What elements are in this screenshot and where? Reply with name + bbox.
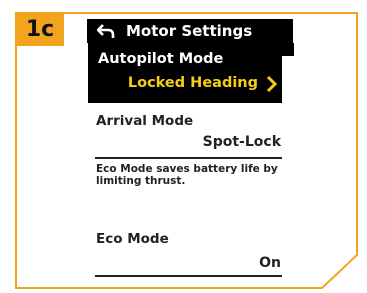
divider: [95, 157, 282, 159]
autopilot-mode-label: Autopilot Mode: [98, 51, 224, 67]
autopilot-mode-row[interactable]: Autopilot Mode Locked Heading: [88, 43, 282, 103]
arrival-mode-value[interactable]: Spot-Lock: [203, 134, 281, 150]
eco-mode-value[interactable]: On: [259, 255, 281, 271]
autopilot-mode-value: Locked Heading: [127, 75, 258, 91]
eco-mode-label[interactable]: Eco Mode: [96, 231, 169, 247]
back-arrow-icon[interactable]: [94, 23, 118, 39]
step-label: 1c: [16, 13, 64, 46]
selection-tab: [282, 43, 294, 56]
divider: [95, 275, 282, 277]
eco-mode-note: Eco Mode saves battery life by limiting …: [96, 163, 278, 187]
screen-header: Motor Settings: [87, 19, 293, 43]
chevron-right-icon: [266, 75, 278, 97]
arrival-mode-label[interactable]: Arrival Mode: [96, 113, 193, 129]
screen-title: Motor Settings: [126, 22, 253, 40]
